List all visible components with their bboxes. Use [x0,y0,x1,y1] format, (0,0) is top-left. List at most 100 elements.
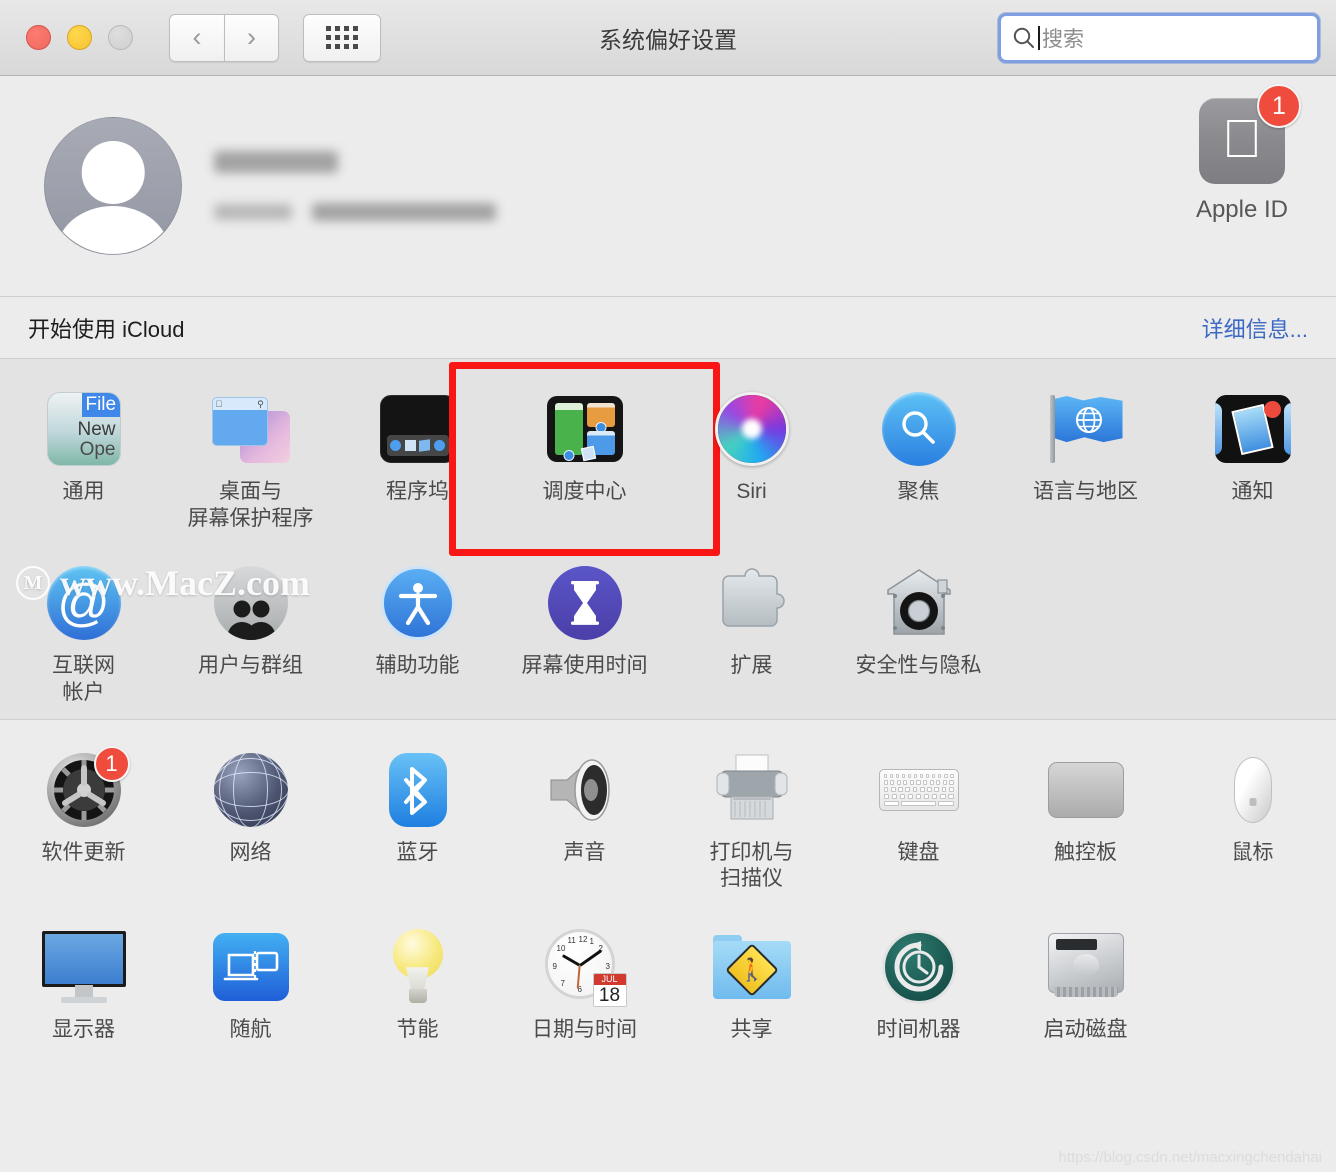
pref-siri[interactable]: Siri [668,381,835,506]
pref-general[interactable]: File New Ope 通用 [0,381,167,506]
pref-label: 程序坞 [386,480,449,503]
pref-label: 通用 [62,480,105,503]
pref-time-machine[interactable]: 时间机器 [835,919,1002,1044]
general-file-text: File [82,393,120,418]
pref-desktop-screensaver[interactable]: ⚲ 桌面与 屏幕保护程序 [167,381,334,533]
pref-extensions[interactable]: 扩展 [668,555,835,680]
pref-bluetooth[interactable]: 蓝牙 [334,742,501,867]
energy-saver-icon [378,927,458,1007]
window-titlebar: ‹ › 系统偏好设置 搜索 [0,0,1336,76]
pref-keyboard[interactable]: 键盘 [835,742,1002,867]
pref-label: 日期与时间 [532,1018,637,1042]
search-field[interactable]: 搜索 [998,13,1320,63]
pref-accessibility[interactable]: 辅助功能 [334,555,501,680]
calendar-day: 18 [598,985,621,1007]
personal-preferences-pane: File New Ope 通用 ⚲ 桌面与 屏幕保护程序 程序坞 [0,358,1336,720]
preferences-row-4: 显示器 随航 节能 12 2 3 6 7 9 10 11 1 JUL 18 日期… [0,919,1336,1044]
update-badge: 1 [93,745,130,782]
apple-id-label: Apple ID [1195,196,1288,223]
mouse-icon [1213,750,1293,830]
startup-disk-icon [1046,927,1126,1007]
account-name-redacted [214,151,338,173]
pref-date-time[interactable]: 12 2 3 5 6 7 9 10 11 1 JUL 18 [501,919,668,1044]
pref-label: 共享 [730,1018,773,1042]
account-text [214,151,496,221]
pref-label: 声音 [563,840,606,864]
pref-label: 桌面与 屏幕保护程序 [187,480,314,530]
security-privacy-icon [879,563,959,643]
avatar-body-shape [55,206,171,254]
pref-label: Siri [736,480,767,503]
language-region-icon [1046,389,1126,469]
dock-icon [378,389,458,469]
pref-mouse[interactable]: 鼠标 [1169,742,1336,867]
general-icon: File New Ope [44,389,124,469]
pref-energy-saver[interactable]: 节能 [334,919,501,1044]
sharing-icon: 🚶 [712,927,792,1007]
trackpad-icon [1046,750,1126,830]
apple-logo-icon:  1 [1198,84,1301,184]
pref-notifications[interactable]: 通知 [1169,381,1336,506]
pref-sharing[interactable]: 🚶 共享 [668,919,835,1044]
network-icon [211,750,291,830]
hardware-preferences-pane: 1 软件更新 网络 蓝牙 声音 打印机与 扫描仪 键盘 触控板 鼠标 显示器 随… [0,719,1336,1057]
pref-label: 互联网 帐户 [52,653,115,704]
pref-label: 聚焦 [897,480,940,503]
apple-id-button[interactable]:  1 Apple ID [1195,84,1301,224]
pref-label: 随航 [229,1018,272,1042]
forward-button[interactable]: › [224,13,279,62]
icloud-details-link[interactable]: 详细信息... [1202,312,1308,344]
text-caret [1038,26,1040,50]
pref-printers-scanners[interactable]: 打印机与 扫描仪 [668,742,835,894]
navigation-buttons: ‹ › [169,13,279,62]
desktop-screensaver-icon: ⚲ [211,389,291,469]
back-button[interactable]: ‹ [169,13,224,62]
pref-trackpad[interactable]: 触控板 [1002,742,1169,867]
pref-software-update[interactable]: 1 软件更新 [0,742,167,867]
pref-mission-control[interactable]: 调度中心 [449,362,720,556]
avatar-head-shape [81,141,145,204]
pref-dock[interactable]: 程序坞 [334,381,501,506]
pref-label: 蓝牙 [396,840,439,864]
pref-language-region[interactable]: 语言与地区 [1002,381,1169,506]
time-machine-icon [879,927,959,1007]
csdn-watermark: https://blog.csdn.net/macxingchendahai [1058,1149,1322,1166]
pref-label: 扩展 [730,653,773,677]
printers-scanners-icon [712,750,792,830]
pref-label: 用户与群组 [198,653,303,677]
show-all-button[interactable] [303,13,381,62]
pref-sound[interactable]: 声音 [501,742,668,867]
avatar[interactable] [44,117,182,255]
search-placeholder: 搜索 [1042,28,1084,51]
pref-label: 屏幕使用时间 [521,653,648,677]
pref-label: 安全性与隐私 [855,653,982,677]
date-time-icon: 12 2 3 5 6 7 9 10 11 1 JUL 18 [544,927,627,1008]
pref-network[interactable]: 网络 [167,742,334,867]
pref-label: 辅助功能 [375,653,460,677]
users-groups-icon [211,563,291,643]
zoom-button[interactable] [108,25,133,50]
pref-startup-disk[interactable]: 启动磁盘 [1002,919,1169,1044]
pref-sidecar[interactable]: 随航 [167,919,334,1044]
pref-spotlight[interactable]: 聚焦 [835,381,1002,506]
pref-label: 打印机与 扫描仪 [709,840,794,891]
calendar-month: JUL [593,974,626,986]
pref-internet-accounts[interactable]: @ 互联网 帐户 [0,555,167,707]
pref-screen-time[interactable]: 屏幕使用时间 [501,555,668,680]
pref-label: 显示器 [52,1018,115,1042]
pref-label: 触控板 [1054,840,1117,864]
pref-users-groups[interactable]: 用户与群组 [167,555,334,680]
pref-label: 节能 [396,1018,439,1042]
general-open-text: Ope [79,439,116,461]
preferences-row-3: 1 软件更新 网络 蓝牙 声音 打印机与 扫描仪 键盘 触控板 鼠标 [0,742,1336,894]
pref-label: 键盘 [897,840,940,864]
pref-security-privacy[interactable]: 安全性与隐私 [835,555,1002,680]
pref-label: 调度中心 [542,480,627,503]
close-button[interactable] [26,25,51,50]
sound-icon [545,750,625,830]
pref-displays[interactable]: 显示器 [0,919,167,1044]
minimize-button[interactable] [67,25,92,50]
traffic-lights [26,25,133,50]
displays-icon [41,927,126,1007]
internet-accounts-icon: @ [44,563,124,643]
